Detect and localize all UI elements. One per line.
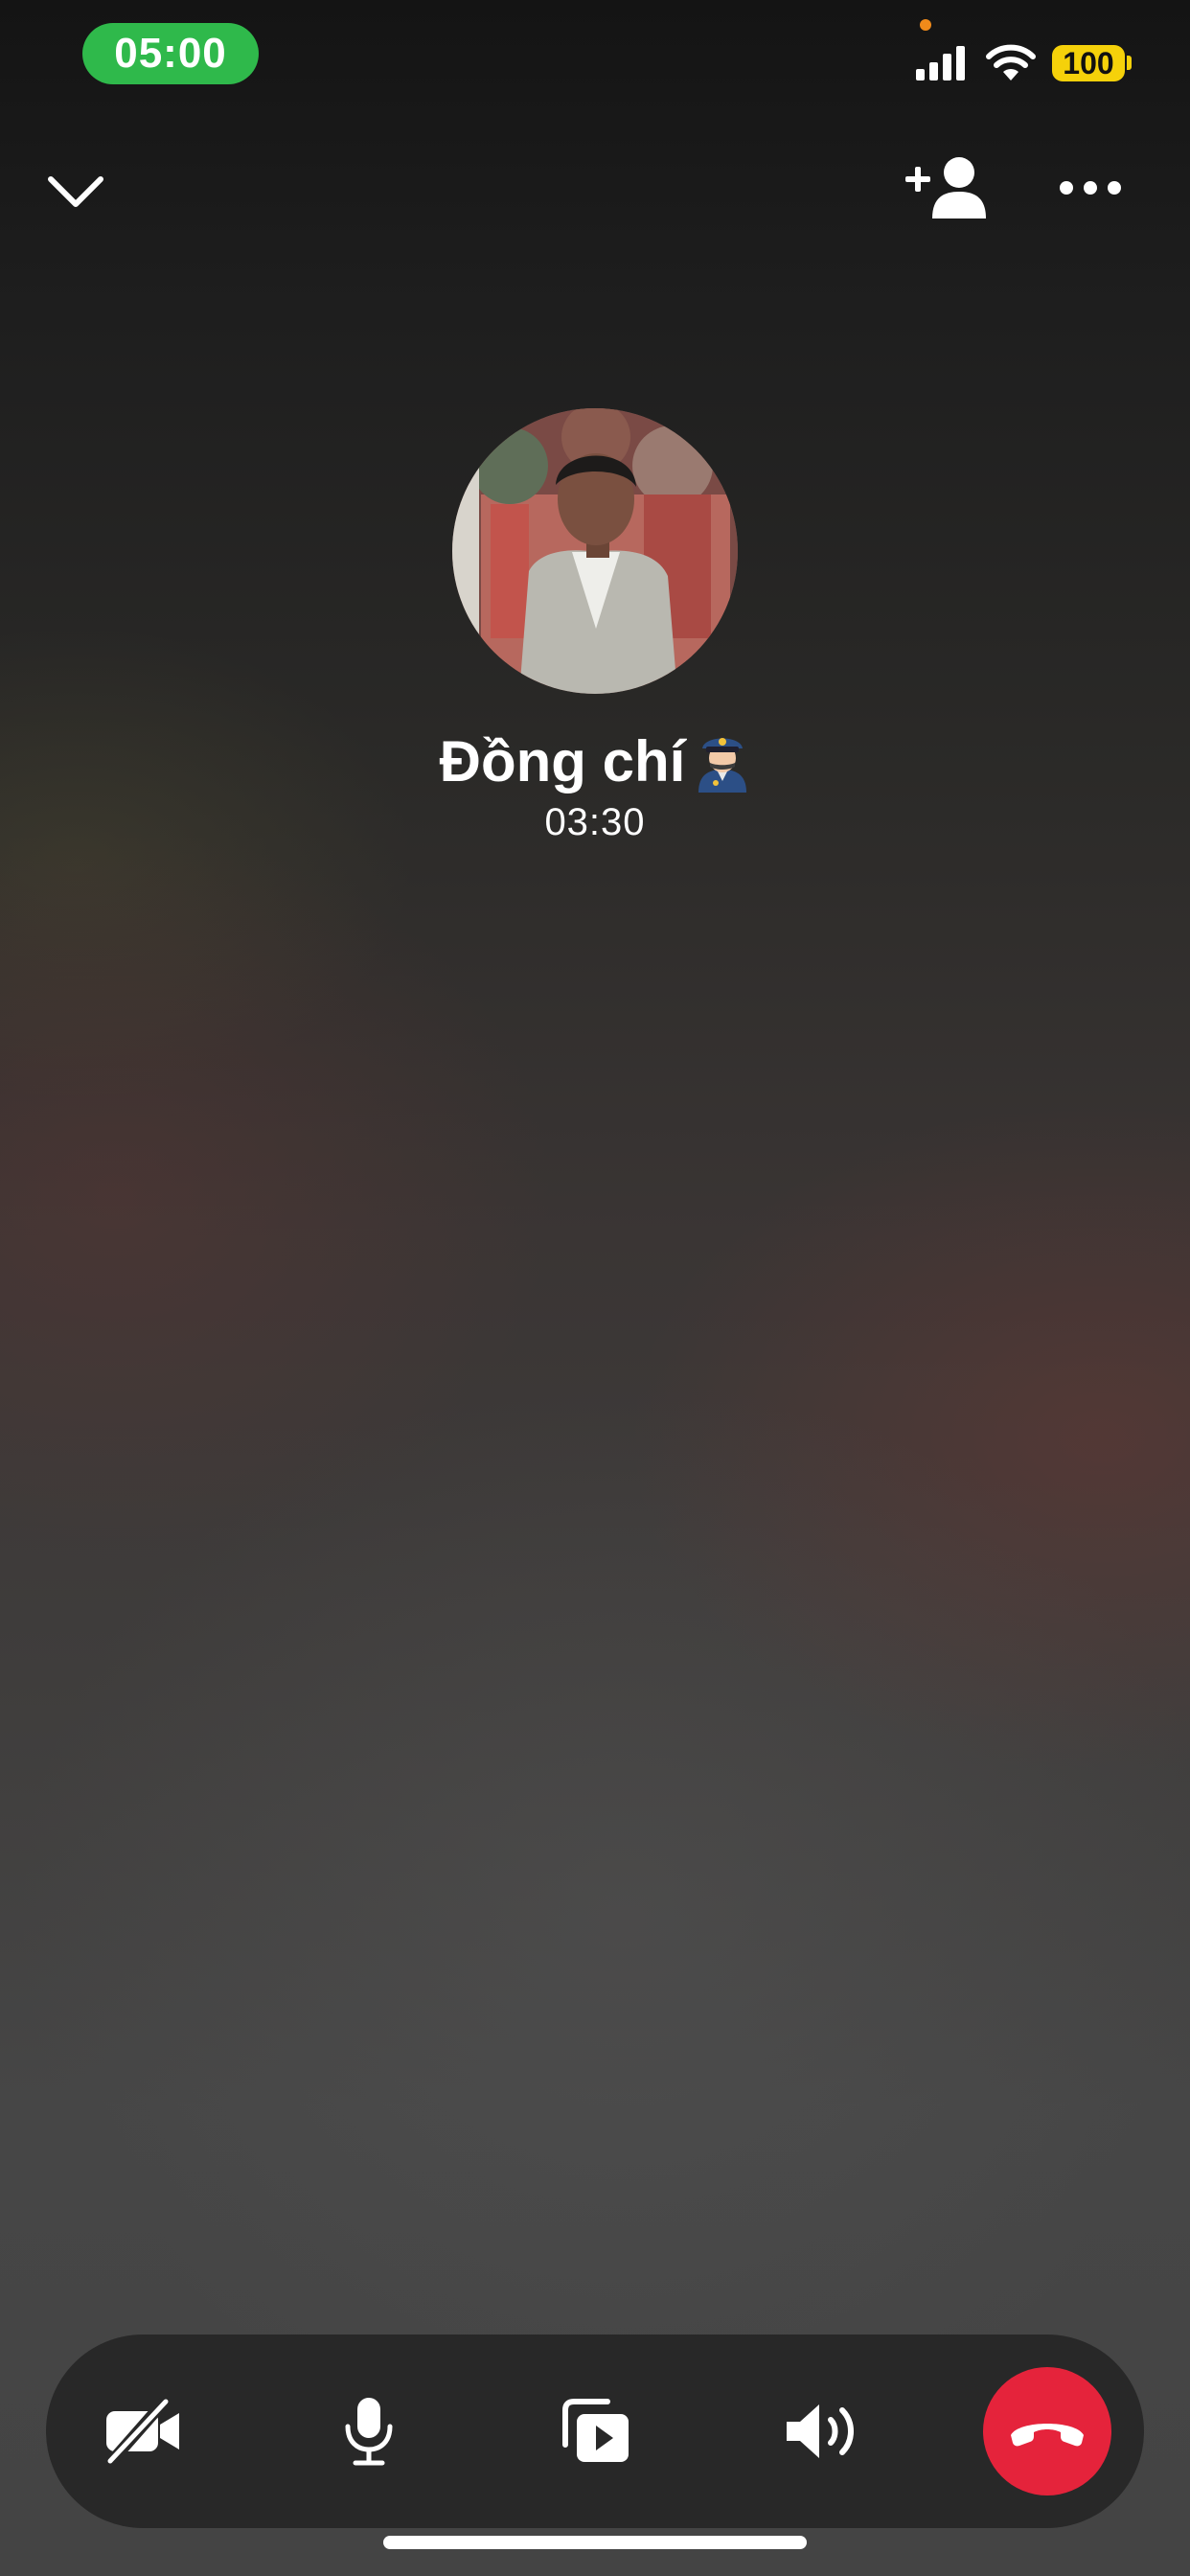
speaker-button[interactable] — [757, 2367, 885, 2496]
battery-icon: 100 — [1052, 45, 1125, 81]
minimize-call-button[interactable] — [34, 153, 117, 230]
profile-photo — [452, 408, 738, 694]
call-screen: 05:00 100 Đồng chí 03:30 — [0, 0, 1190, 2576]
add-participant-button[interactable] — [901, 146, 993, 228]
share-media-button[interactable] — [531, 2367, 659, 2496]
caller-name-text: Đồng chí — [439, 729, 686, 794]
more-options-button[interactable] — [1050, 153, 1131, 222]
wifi-icon — [986, 44, 1036, 80]
battery-tip — [1127, 56, 1132, 70]
privacy-indicator-dot — [920, 19, 931, 31]
toggle-video-button[interactable] — [79, 2367, 207, 2496]
speaker-icon — [787, 2404, 854, 2458]
home-indicator[interactable] — [383, 2536, 807, 2549]
cellular-signal-icon — [916, 46, 965, 80]
share-media-icon — [562, 2399, 629, 2462]
phone-hangup-icon — [1011, 2424, 1084, 2447]
chevron-down-icon — [48, 176, 103, 207]
microphone-icon — [345, 2398, 393, 2466]
status-time-pill[interactable]: 05:00 — [82, 23, 259, 84]
caller-name: Đồng chí — [0, 728, 1190, 794]
caller-avatar — [452, 408, 738, 694]
police-officer-emoji-icon — [698, 737, 747, 793]
battery-level: 100 — [1063, 45, 1114, 80]
video-off-icon — [104, 2398, 179, 2465]
microphone-button[interactable] — [305, 2367, 433, 2496]
ellipsis-icon — [1060, 181, 1121, 195]
add-person-icon — [905, 157, 986, 218]
call-duration: 03:30 — [544, 801, 646, 843]
status-time: 05:00 — [114, 30, 227, 77]
end-call-button[interactable] — [983, 2367, 1111, 2496]
